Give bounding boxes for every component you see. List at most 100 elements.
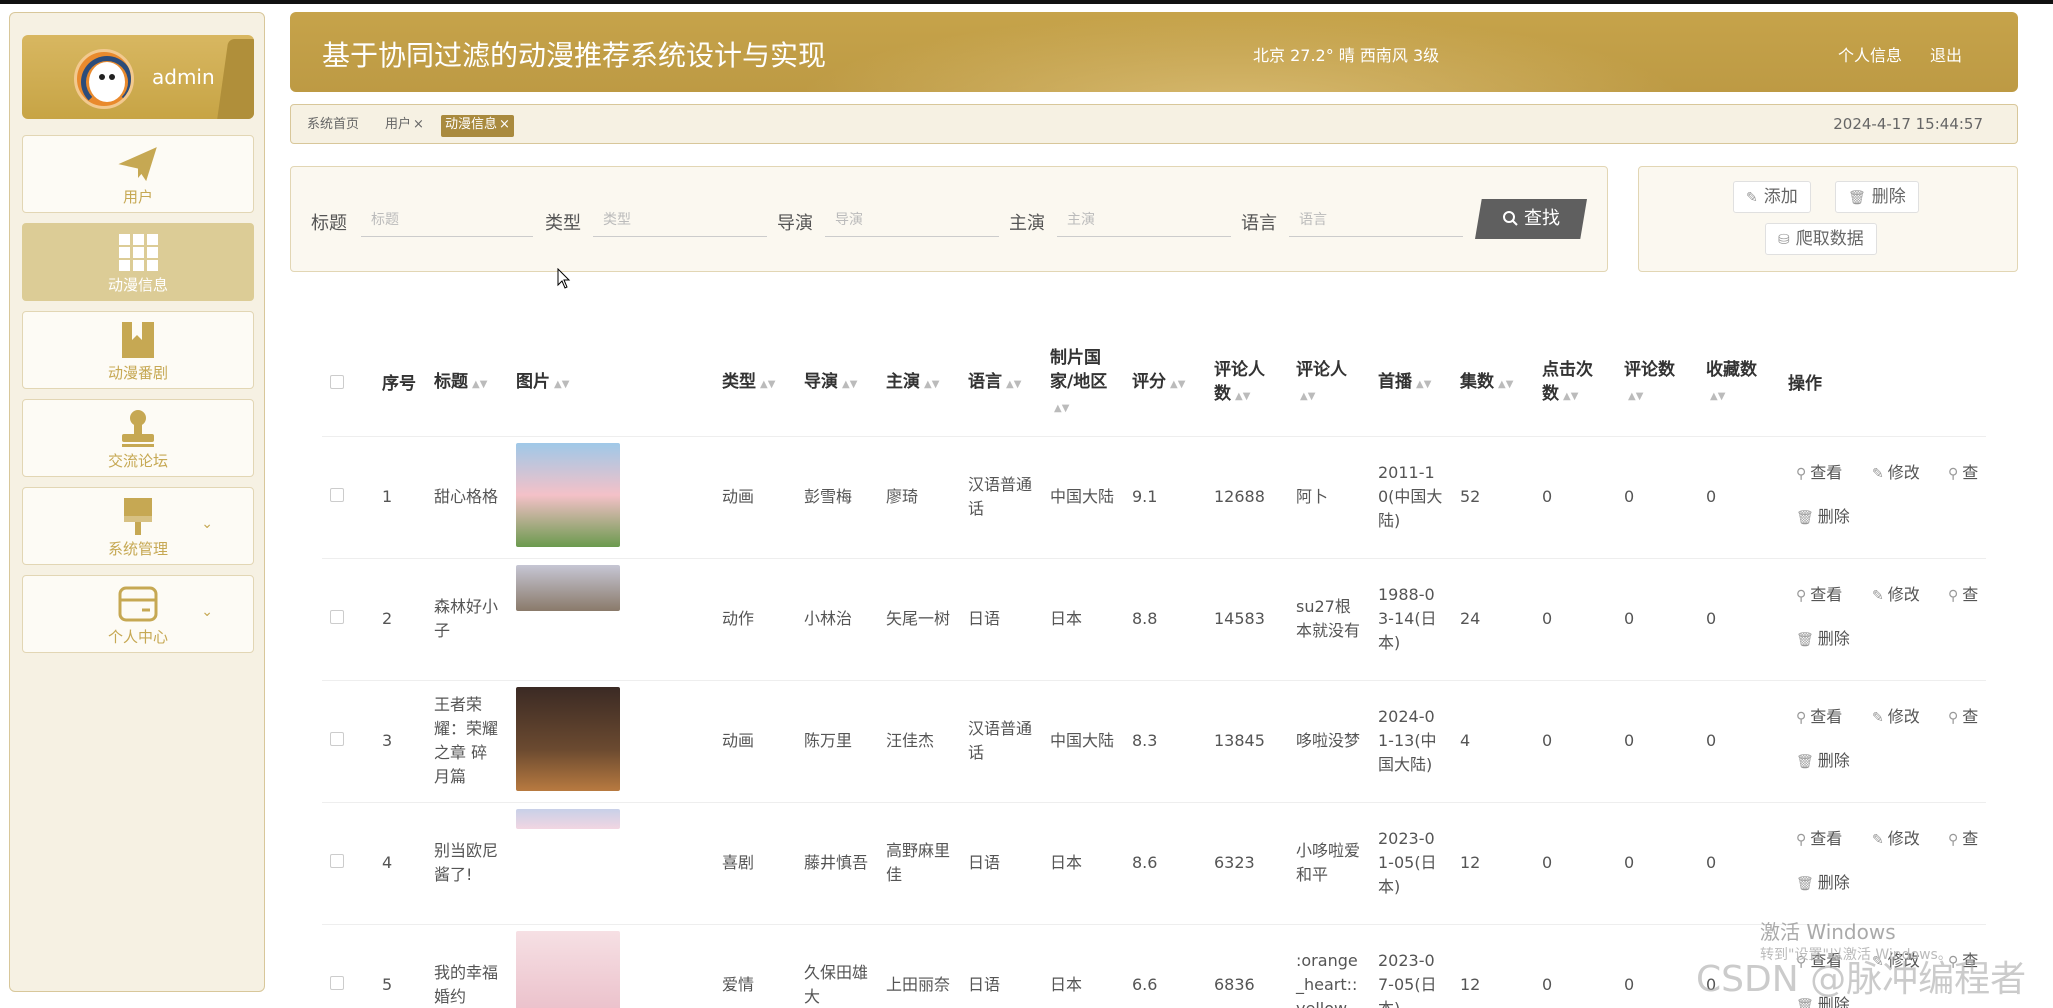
edit-button[interactable]: ✎ 修改 [1872, 827, 1920, 852]
poster-image[interactable] [516, 442, 620, 547]
view-button-2[interactable]: ⚲ 查 [1948, 827, 1978, 852]
user-card: admin [22, 35, 254, 119]
col-premiere[interactable]: 首播 ▲▼ [1370, 332, 1452, 437]
sidebar-item-label: 用户 [122, 188, 153, 206]
edit-button[interactable]: ✎ 修改 [1872, 583, 1920, 608]
col-comments[interactable]: 评论数▲▼ [1616, 332, 1698, 437]
col-language[interactable]: 语言 ▲▼ [960, 332, 1042, 437]
col-favorites[interactable]: 收藏数▲▼ [1698, 332, 1780, 437]
col-raters[interactable]: 评论人数 ▲▼ [1206, 332, 1288, 437]
cell-country: 中国大陆 [1042, 680, 1124, 803]
actor-input[interactable] [1057, 203, 1231, 237]
cell-favorites: 0 [1698, 802, 1780, 925]
view-button[interactable]: ⚲ 查看 [1796, 705, 1842, 730]
col-score[interactable]: 评分 ▲▼ [1124, 332, 1206, 437]
type-input[interactable] [593, 203, 767, 237]
search-icon: ⚲ [1948, 588, 1959, 604]
sort-icon: ▲▼ [1416, 379, 1432, 391]
poster-image[interactable] [516, 564, 620, 611]
view-button[interactable]: ⚲ 查看 [1796, 827, 1842, 852]
view-button-2[interactable]: ⚲ 查 [1948, 705, 1978, 730]
title-input[interactable] [361, 203, 533, 237]
sidebar-item-users[interactable]: 用户 [22, 135, 254, 213]
language-input[interactable] [1289, 203, 1463, 237]
col-title[interactable]: 标题 ▲▼ [426, 332, 508, 437]
view-button-2[interactable]: ⚲ 查 [1948, 583, 1978, 608]
view-button[interactable]: ⚲ 查看 [1796, 461, 1842, 486]
search-button[interactable]: 查找 [1475, 199, 1587, 239]
sidebar-item-anime-series[interactable]: 动漫番剧 [22, 311, 254, 389]
director-input[interactable] [825, 203, 999, 237]
cell-language: 汉语普通话 [960, 680, 1042, 803]
cell-raters: 6836 [1206, 924, 1288, 1008]
row-actions: ⚲ 查看 ✎ 修改 ⚲ 查 🗑 删除 [1788, 691, 1978, 791]
cell-premiere: 2023-01-05(日本) [1370, 802, 1452, 925]
cell-index: 1 [374, 436, 426, 559]
tab-anime-info[interactable]: 动漫信息 × [441, 115, 514, 137]
trash-icon: 🗑 [1796, 632, 1814, 648]
row-delete-button[interactable]: 🗑 删除 [1796, 871, 1850, 896]
col-country[interactable]: 制片国家/地区▲▼ [1042, 332, 1124, 437]
cell-premiere: 2011-10(中国大陆) [1370, 436, 1452, 559]
cell-type: 动作 [714, 558, 796, 681]
edit-button[interactable]: ✎ 修改 [1872, 705, 1920, 730]
view-button[interactable]: ⚲ 查看 [1796, 583, 1842, 608]
poster-image[interactable] [516, 686, 620, 791]
sort-icon: ▲▼ [554, 379, 570, 391]
cell-raters: 6323 [1206, 802, 1288, 925]
row-delete-button[interactable]: 🗑 删除 [1796, 749, 1850, 774]
sort-icon: ▲▼ [760, 379, 776, 391]
trash-icon: 🗑 [1796, 876, 1814, 892]
cell-premiere: 1988-03-14(日本) [1370, 558, 1452, 681]
delete-button[interactable]: 🗑 删除 [1835, 181, 1919, 213]
logout-link[interactable]: 退出 [1930, 42, 1962, 66]
row-checkbox[interactable] [330, 976, 344, 990]
tab-home[interactable]: 系统首页 [303, 115, 363, 137]
datetime: 2024-4-17 15:44:57 [1833, 115, 1983, 133]
sidebar-item-personal[interactable]: 个人中心 ⌄ [22, 575, 254, 653]
chevron-down-icon[interactable]: ⌄ [201, 604, 213, 620]
avatar[interactable] [74, 49, 134, 109]
col-clicks[interactable]: 点击次数 ▲▼ [1534, 332, 1616, 437]
cell-episodes: 12 [1452, 802, 1534, 925]
col-actor[interactable]: 主演 ▲▼ [878, 332, 960, 437]
sidebar-item-anime-info[interactable]: 动漫信息 [22, 223, 254, 301]
row-checkbox[interactable] [330, 732, 344, 746]
col-type[interactable]: 类型 ▲▼ [714, 332, 796, 437]
add-button[interactable]: ✎ 添加 [1733, 181, 1811, 213]
chevron-down-icon[interactable]: ⌄ [201, 516, 213, 532]
col-director[interactable]: 导演 ▲▼ [796, 332, 878, 437]
cell-raters: 14583 [1206, 558, 1288, 681]
cell-actor: 上田丽奈 [878, 924, 960, 1008]
row-delete-button[interactable]: 🗑 删除 [1796, 505, 1850, 530]
sidebar-item-forum[interactable]: 交流论坛 [22, 399, 254, 477]
search-icon: ⚲ [1796, 832, 1807, 848]
cell-director: 小林治 [796, 558, 878, 681]
cell-actor: 廖琦 [878, 436, 960, 559]
col-image[interactable]: 图片 ▲▼ [508, 332, 714, 437]
poster-image[interactable] [516, 808, 620, 829]
cell-index: 4 [374, 802, 426, 925]
close-icon[interactable]: × [499, 117, 510, 132]
row-checkbox[interactable] [330, 854, 344, 868]
col-episodes[interactable]: 集数 ▲▼ [1452, 332, 1534, 437]
view-button-2[interactable]: ⚲ 查 [1948, 461, 1978, 486]
row-delete-button[interactable]: 🗑 删除 [1796, 627, 1850, 652]
tab-label: 用户 [385, 117, 412, 132]
poster-image[interactable] [516, 930, 620, 1008]
row-checkbox[interactable] [330, 610, 344, 624]
col-commenter[interactable]: 评论人▲▼ [1288, 332, 1370, 437]
edit-icon: ✎ [1872, 588, 1884, 604]
sidebar-item-label: 个人中心 [107, 628, 168, 646]
sidebar-item-system[interactable]: 系统管理 ⌄ [22, 487, 254, 565]
edit-button[interactable]: ✎ 修改 [1872, 461, 1920, 486]
card-corner-decoration [215, 39, 254, 119]
crawl-data-button[interactable]: ⛁ 爬取数据 [1765, 223, 1877, 255]
row-checkbox[interactable] [330, 488, 344, 502]
brush-icon [124, 498, 152, 535]
cell-country: 日本 [1042, 802, 1124, 925]
tab-users[interactable]: 用户 × [381, 115, 428, 137]
profile-link[interactable]: 个人信息 [1838, 42, 1902, 66]
close-icon[interactable]: × [413, 117, 424, 132]
select-all-checkbox[interactable] [330, 374, 344, 389]
